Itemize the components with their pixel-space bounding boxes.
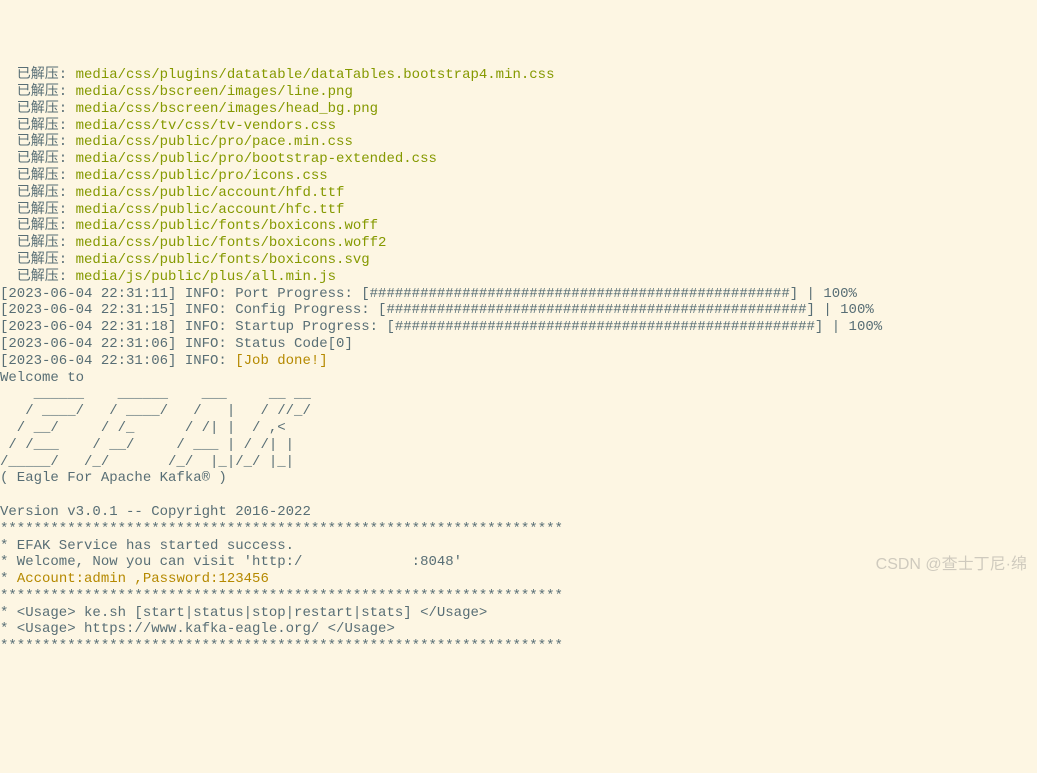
extract-line: 已解压: media/css/tv/css/tv-vendors.css (0, 118, 336, 134)
usage-line: * <Usage> ke.sh [start|status|stop|resta… (0, 605, 487, 621)
extract-line: 已解压: media/css/public/fonts/boxicons.svg (0, 252, 370, 268)
extract-line: 已解压: media/js/public/plus/all.min.js (0, 269, 336, 285)
extract-line: 已解压: media/css/bscreen/images/line.png (0, 84, 353, 100)
welcome-text: Welcome to (0, 370, 84, 386)
progress-line: [2023-06-04 22:31:11] INFO: Port Progres… (0, 286, 857, 302)
separator-line: ****************************************… (0, 638, 563, 654)
welcome-visit-line: * Welcome, Now you can visit 'http:/ :80… (0, 554, 462, 570)
status-line: [2023-06-04 22:31:06] INFO: Status Code[… (0, 336, 353, 352)
usage-line: * <Usage> https://www.kafka-eagle.org/ <… (0, 621, 395, 637)
progress-line: [2023-06-04 22:31:15] INFO: Config Progr… (0, 302, 874, 318)
extract-line: 已解压: media/css/public/account/hfc.ttf (0, 202, 344, 218)
progress-line: [2023-06-04 22:31:18] INFO: Startup Prog… (0, 319, 882, 335)
account-line: * Account:admin ,Password:123456 (0, 571, 269, 587)
separator-line: ****************************************… (0, 588, 563, 604)
extract-line: 已解压: media/css/public/fonts/boxicons.wof… (0, 218, 378, 234)
extract-line: 已解压: media/css/plugins/datatable/dataTab… (0, 67, 555, 83)
extract-line: 已解压: media/css/public/fonts/boxicons.wof… (0, 235, 386, 251)
job-done-line: [2023-06-04 22:31:06] INFO: [Job done!] (0, 353, 328, 369)
service-started-line: * EFAK Service has started success. (0, 538, 294, 554)
extract-line: 已解压: media/css/public/pro/bootstrap-exte… (0, 151, 437, 167)
extract-line: 已解压: media/css/public/account/hfd.ttf (0, 185, 344, 201)
ascii-logo: ______ ______ ___ __ __ / ____/ / ____/ … (0, 386, 311, 486)
extract-line: 已解压: media/css/bscreen/images/head_bg.pn… (0, 101, 378, 117)
version-line: Version v3.0.1 -- Copyright 2016-2022 (0, 504, 311, 520)
separator-line: ****************************************… (0, 521, 563, 537)
watermark-text: CSDN @查士丁尼·绵 (876, 555, 1027, 574)
extract-line: 已解压: media/css/public/pro/icons.css (0, 168, 328, 184)
extract-line: 已解压: media/css/public/pro/pace.min.css (0, 134, 353, 150)
